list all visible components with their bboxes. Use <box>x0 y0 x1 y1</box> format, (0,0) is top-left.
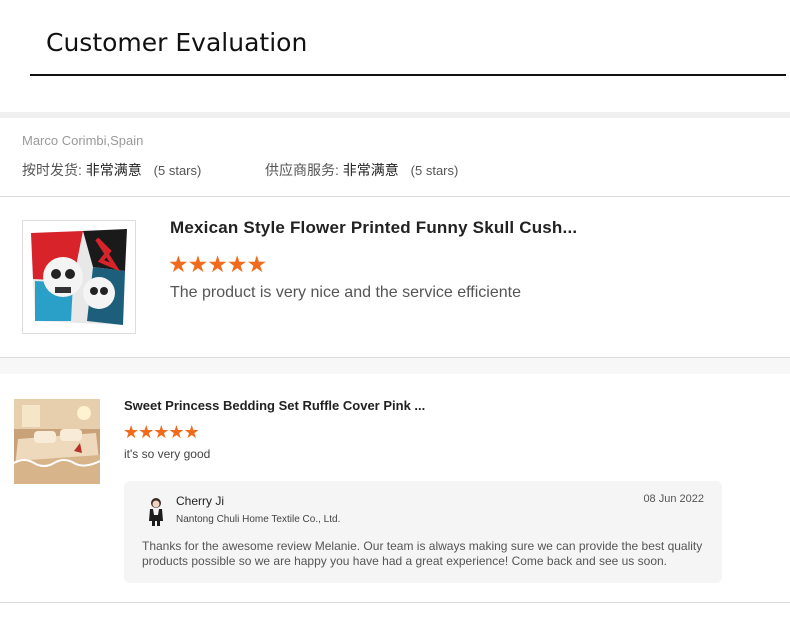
star-icon: ★ <box>183 422 200 442</box>
star-icon: ★ <box>138 422 154 442</box>
divider <box>0 196 790 197</box>
rating-label: 供应商服务: <box>265 162 339 178</box>
rating-stars: ★ ★ ★ ★ ★ <box>123 422 200 443</box>
rating-stars-text: (5 stars) <box>410 163 459 178</box>
star-icon: ★ <box>168 422 184 442</box>
seller-reply: Cherry Ji Nantong Chuli Home Textile Co.… <box>124 481 722 583</box>
product-thumbnail-cushion[interactable] <box>22 220 136 334</box>
reviewer-name: Marco Corimbi,Spain <box>22 133 144 148</box>
star-icon: ★ <box>187 251 209 277</box>
rating-stars: ★ ★ ★ ★ ★ <box>168 251 268 278</box>
star-icon: ★ <box>153 422 169 442</box>
reply-text: Thanks for the awesome review Melanie. O… <box>142 539 703 568</box>
star-icon: ★ <box>246 251 268 277</box>
star-icon: ★ <box>207 251 228 277</box>
page-title: Customer Evaluation <box>46 28 308 57</box>
reply-date: 08 Jun 2022 <box>643 493 704 505</box>
product-title[interactable]: Mexican Style Flower Printed Funny Skull… <box>170 218 577 238</box>
title-divider <box>30 74 786 76</box>
rating-stars-text: (5 stars) <box>153 163 202 178</box>
star-icon: ★ <box>123 422 139 442</box>
divider <box>0 602 790 603</box>
review-comment: The product is very nice and the service… <box>170 284 521 301</box>
star-icon: ★ <box>168 251 189 277</box>
product-thumbnail-bedding[interactable] <box>14 399 100 484</box>
review-comment: it's so very good <box>124 447 211 461</box>
seller-avatar <box>144 495 168 527</box>
seller-name: Cherry Ji <box>176 494 225 508</box>
rating-value: 非常满意 <box>342 162 399 178</box>
rating-value: 非常满意 <box>85 162 142 178</box>
product-title[interactable]: Sweet Princess Bedding Set Ruffle Cover … <box>124 398 425 413</box>
rating-shipping: 按时发货: 非常满意 (5 stars) <box>22 160 201 180</box>
seller-company: Nantong Chuli Home Textile Co., Ltd. <box>176 514 341 525</box>
rating-service: 供应商服务: 非常满意 (5 stars) <box>265 160 458 180</box>
section-separator <box>0 112 790 118</box>
star-icon: ★ <box>226 251 248 277</box>
rating-label: 按时发货: <box>22 162 82 178</box>
section-separator <box>0 358 790 374</box>
